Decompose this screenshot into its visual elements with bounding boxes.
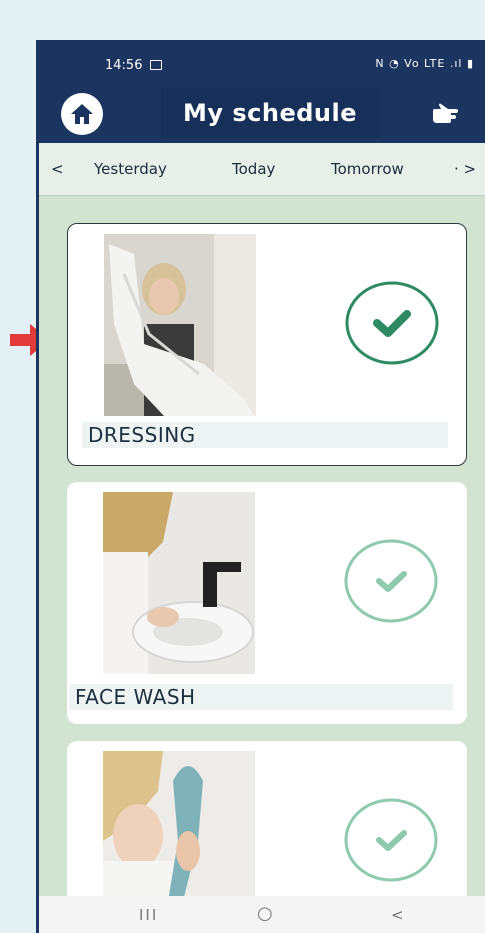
- prev-day-button[interactable]: <: [51, 160, 64, 178]
- next-day-button[interactable]: · >: [454, 160, 476, 178]
- activity-photo: [103, 751, 255, 901]
- home-nav-button[interactable]: ○: [257, 903, 273, 924]
- activity-card-dressing[interactable]: DRESSING: [67, 223, 467, 466]
- activity-photo: [104, 234, 256, 416]
- day-navigation: < Yesterday Today Tomorrow · >: [39, 143, 485, 196]
- hand-icon[interactable]: [431, 103, 459, 125]
- gallery-icon: [150, 60, 162, 70]
- home-button[interactable]: [61, 93, 103, 135]
- phone-screen: 14:56 N ◔ Vo LTE .ıl ▮ My schedule < Yes…: [36, 40, 485, 933]
- activity-label: FACE WASH: [75, 685, 196, 709]
- activity-photo: [103, 492, 255, 674]
- activity-card-face-wash[interactable]: FACE WASH: [67, 482, 467, 724]
- label-bar: DRESSING: [82, 422, 448, 448]
- check-circle-icon[interactable]: [344, 280, 440, 366]
- status-time: 14:56: [105, 58, 143, 73]
- system-nav-bar: III ○ <: [39, 896, 485, 933]
- recents-button[interactable]: III: [139, 906, 158, 924]
- status-icons: N ◔ Vo LTE .ıl ▮: [375, 57, 474, 70]
- app-header: 14:56 N ◔ Vo LTE .ıl ▮ My schedule: [39, 40, 485, 143]
- activity-label: DRESSING: [88, 423, 196, 447]
- label-bar: FACE WASH: [69, 684, 453, 710]
- back-button[interactable]: <: [391, 906, 404, 924]
- tab-today[interactable]: Today: [232, 160, 275, 178]
- home-icon: [71, 104, 93, 124]
- title-container: My schedule: [161, 88, 379, 138]
- tab-tomorrow[interactable]: Tomorrow: [331, 160, 404, 178]
- check-circle-icon[interactable]: [343, 538, 439, 624]
- tab-yesterday[interactable]: Yesterday: [94, 160, 167, 178]
- page-title: My schedule: [182, 99, 358, 127]
- check-circle-icon[interactable]: [343, 797, 439, 883]
